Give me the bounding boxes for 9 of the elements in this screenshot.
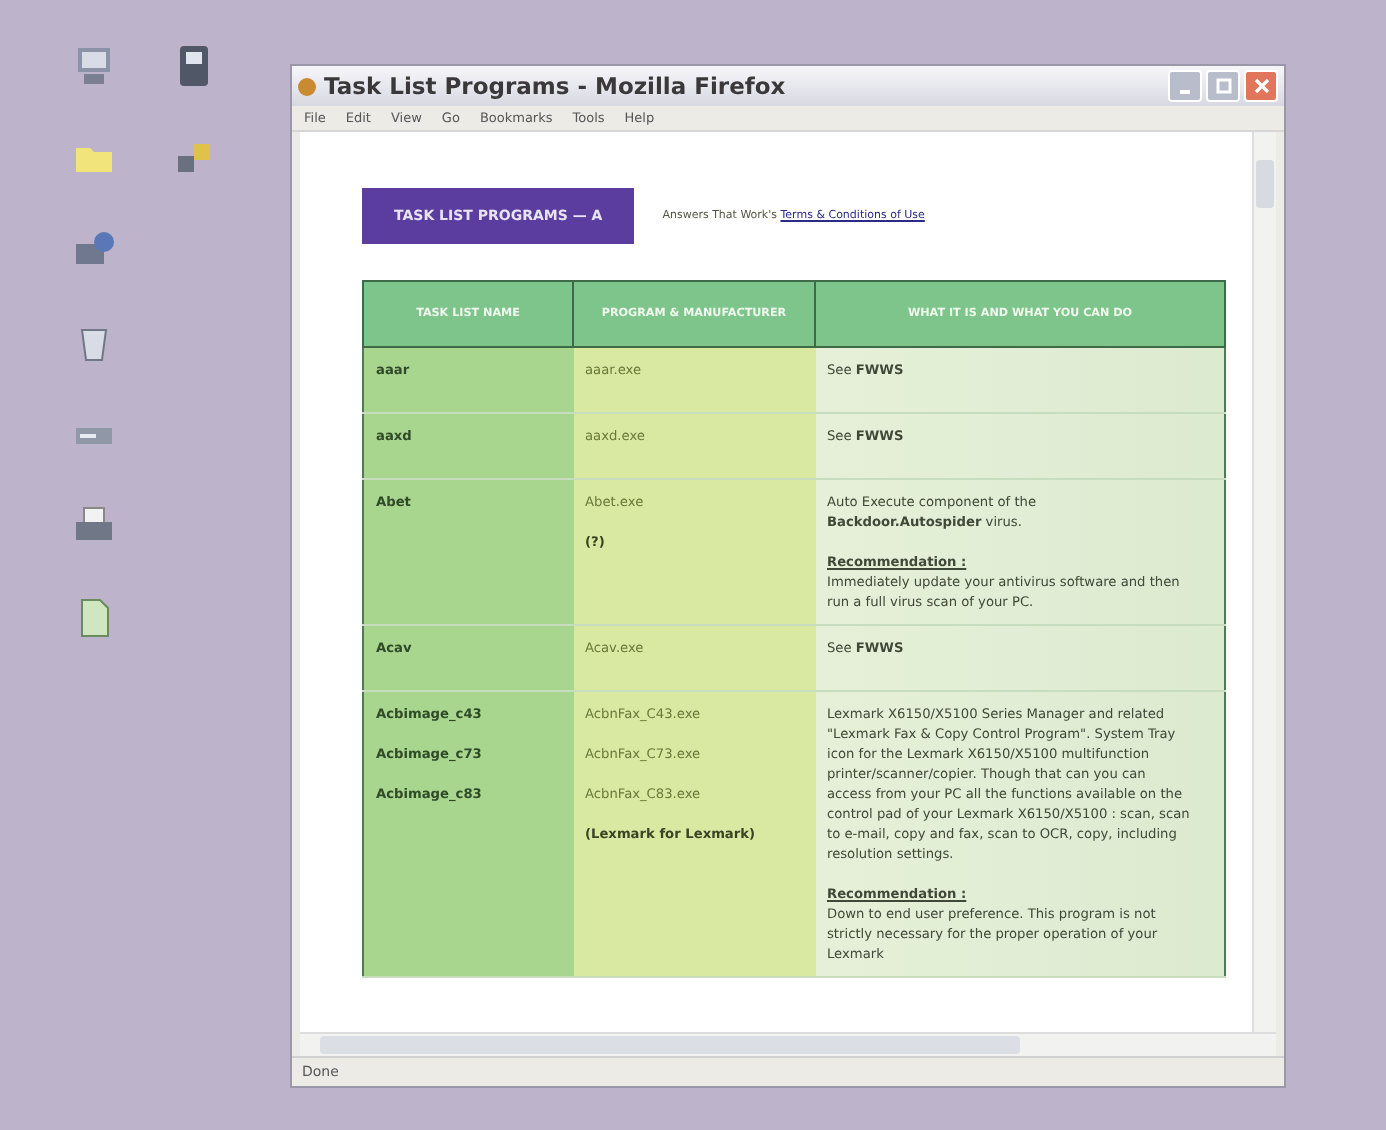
computer-icon[interactable] [72, 44, 116, 88]
vertical-scrollbar[interactable] [1252, 132, 1276, 1032]
horizontal-scrollbar[interactable] [300, 1032, 1276, 1056]
maximize-button[interactable] [1206, 70, 1240, 102]
maximize-icon [1215, 78, 1231, 94]
close-button[interactable] [1244, 70, 1278, 102]
close-icon [1253, 78, 1269, 94]
window-title: Task List Programs - Mozilla Firefox [324, 72, 786, 100]
minimize-button[interactable] [1168, 70, 1202, 102]
